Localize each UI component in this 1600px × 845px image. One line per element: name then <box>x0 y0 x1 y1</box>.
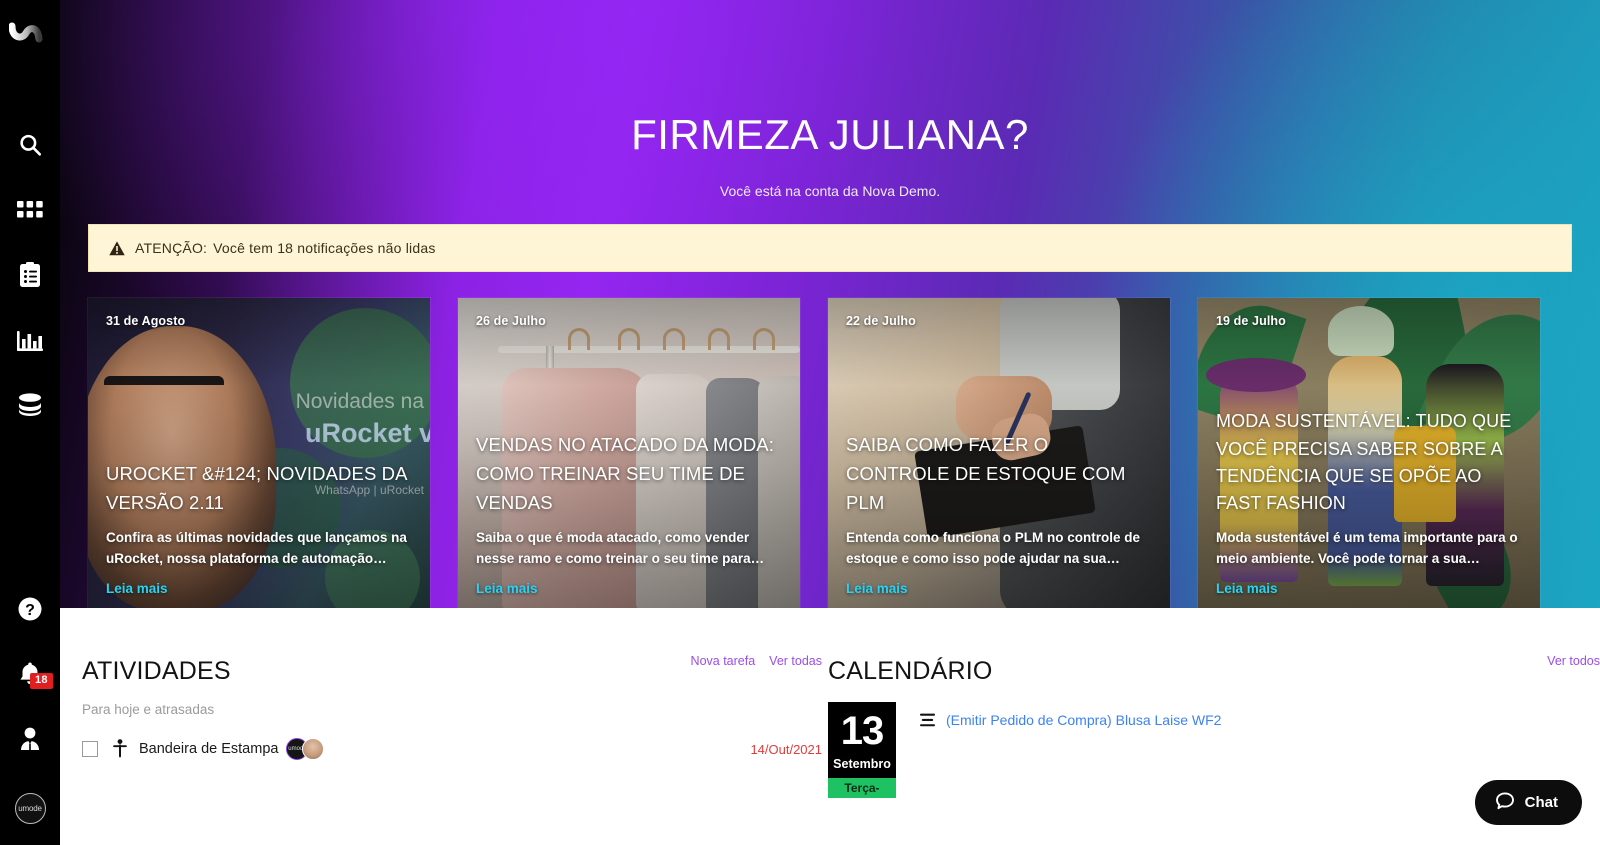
alert-message: Você tem 18 notificações não lidas <box>213 240 436 256</box>
sidebar-item-reports[interactable] <box>0 307 60 372</box>
news-card[interactable]: Novidades na uRocket v WhatsApp | uRocke… <box>88 298 430 608</box>
sidebar-item-search[interactable] <box>0 112 60 177</box>
card-title: SAIBA COMO FAZER O CONTROLE DE ESTOQUE C… <box>846 434 1126 513</box>
alert-label: ATENÇÃO: <box>135 240 208 256</box>
help-icon: ? <box>17 596 43 622</box>
notification-alert-bar[interactable]: ATENÇÃO: Você tem 18 notificações não li… <box>88 224 1572 272</box>
warning-triangle-icon <box>109 240 125 256</box>
user-tie-icon <box>17 726 43 751</box>
read-more-link[interactable]: Leia mais <box>846 581 1152 596</box>
task-row[interactable]: Bandeira de Estampa umode 14/Out/2021 <box>82 735 822 763</box>
news-card-list: Novidades na uRocket v WhatsApp | uRocke… <box>88 298 1572 608</box>
calendar-day: 13 <box>840 709 884 753</box>
view-all-tasks-link[interactable]: Ver todas <box>769 654 822 668</box>
task-name: Bandeira de Estampa <box>139 741 279 757</box>
sidebar-item-apps[interactable] <box>0 177 60 242</box>
page-title: FIRMEZA JULIANA? <box>631 111 1029 158</box>
avatar <box>302 738 325 760</box>
news-card[interactable]: 22 de Julho SAIBA COMO FAZER O CONTROLE … <box>828 298 1170 608</box>
search-icon <box>17 132 43 158</box>
sidebar-item-profile[interactable] <box>0 706 60 771</box>
chat-button[interactable]: Chat <box>1474 780 1582 825</box>
calendar-date-chip: 13 Setembro Terça- <box>828 702 896 798</box>
card-date: 26 de Julho <box>476 314 546 328</box>
calendar-title: CALENDÁRIO <box>828 657 993 685</box>
card-description: Entenda como funciona o PLM no controle … <box>846 529 1141 566</box>
card-description: Confira as últimas novidades que lançamo… <box>106 529 407 566</box>
view-all-events-link[interactable]: Ver todos <box>1547 654 1600 668</box>
umode-logo[interactable] <box>8 18 43 48</box>
calendar-event-title[interactable]: (Emitir Pedido de Compra) Blusa Laise WF… <box>946 712 1221 728</box>
grid-apps-icon <box>17 200 43 219</box>
news-card[interactable]: 26 de Julho VENDAS NO ATACADO DA MODA: C… <box>458 298 800 608</box>
svg-text:?: ? <box>25 602 35 619</box>
card-title: VENDAS NO ATACADO DA MODA: COMO TREINAR … <box>476 434 774 513</box>
card-description: Moda sustentável é um tema importante pa… <box>1216 529 1518 566</box>
hero-banner: FIRMEZA JULIANA? Você está na conta da N… <box>60 0 1600 608</box>
sidebar-item-tasks[interactable] <box>0 242 60 307</box>
activities-panel: ATIVIDADES Nova tarefa Ver todas Para ho… <box>82 608 822 763</box>
news-card[interactable]: 19 de Julho MODA SUSTENTÁVEL: TUDO QUE V… <box>1198 298 1540 608</box>
read-more-link[interactable]: Leia mais <box>106 581 412 596</box>
sidebar-item-notifications[interactable]: 18 <box>0 641 60 706</box>
activities-group-label: Para hoje e atrasadas <box>82 702 215 717</box>
new-task-link[interactable]: Nova tarefa <box>691 654 756 668</box>
dashboard-page: ? 18 umode FIRMEZA JULIANA? Você está na… <box>0 0 1600 845</box>
person-accessibility-icon <box>112 739 128 759</box>
bar-chart-icon <box>17 329 43 351</box>
read-more-link[interactable]: Leia mais <box>476 581 782 596</box>
sidebar-bottom-items: ? 18 umode <box>0 576 60 845</box>
task-due-date: 14/Out/2021 <box>750 741 822 757</box>
chat-label: Chat <box>1524 794 1558 811</box>
calendar-month: Setembro <box>833 757 891 771</box>
read-more-link[interactable]: Leia mais <box>1216 581 1522 596</box>
sidebar-item-help[interactable]: ? <box>0 576 60 641</box>
avatar: umode <box>14 792 46 824</box>
card-title: UROCKET &#124; NOVIDADES DA VERSÃO 2.11 <box>106 462 407 513</box>
card-date: 22 de Julho <box>846 314 916 328</box>
sidebar: ? 18 umode <box>0 0 60 845</box>
calendar-actions: Ver todos <box>1547 654 1600 668</box>
sidebar-account-avatar[interactable]: umode <box>0 771 60 845</box>
task-assignee-avatars[interactable]: umode <box>286 738 325 760</box>
clipboard-icon <box>18 261 42 288</box>
chat-bubble-icon <box>1495 791 1515 815</box>
calendar-panel: CALENDÁRIO Ver todos 13 Setembro Terça- <box>828 608 1600 798</box>
list-lines-icon <box>920 713 935 727</box>
calendar-weekday: Terça- <box>828 778 896 798</box>
card-description: Saiba o que é moda atacado, como vender … <box>476 529 765 566</box>
hero-subtitle: Você está na conta da Nova Demo. <box>719 183 941 199</box>
task-checkbox[interactable] <box>82 741 98 757</box>
activities-actions: Nova tarefa Ver todas <box>691 654 822 668</box>
database-icon <box>17 392 43 417</box>
sidebar-item-data[interactable] <box>0 372 60 437</box>
sidebar-nav-items <box>0 112 60 437</box>
activities-title: ATIVIDADES <box>82 657 231 685</box>
notification-badge: 18 <box>30 673 53 689</box>
card-title: MODA SUSTENTÁVEL: TUDO QUE VOCÊ PRECISA … <box>1216 411 1512 514</box>
dashboard-lower: ATIVIDADES Nova tarefa Ver todas Para ho… <box>60 608 1600 845</box>
card-date: 19 de Julho <box>1216 314 1286 328</box>
card-date: 31 de Agosto <box>106 314 186 328</box>
calendar-event[interactable]: (Emitir Pedido de Compra) Blusa Laise WF… <box>920 712 1221 728</box>
